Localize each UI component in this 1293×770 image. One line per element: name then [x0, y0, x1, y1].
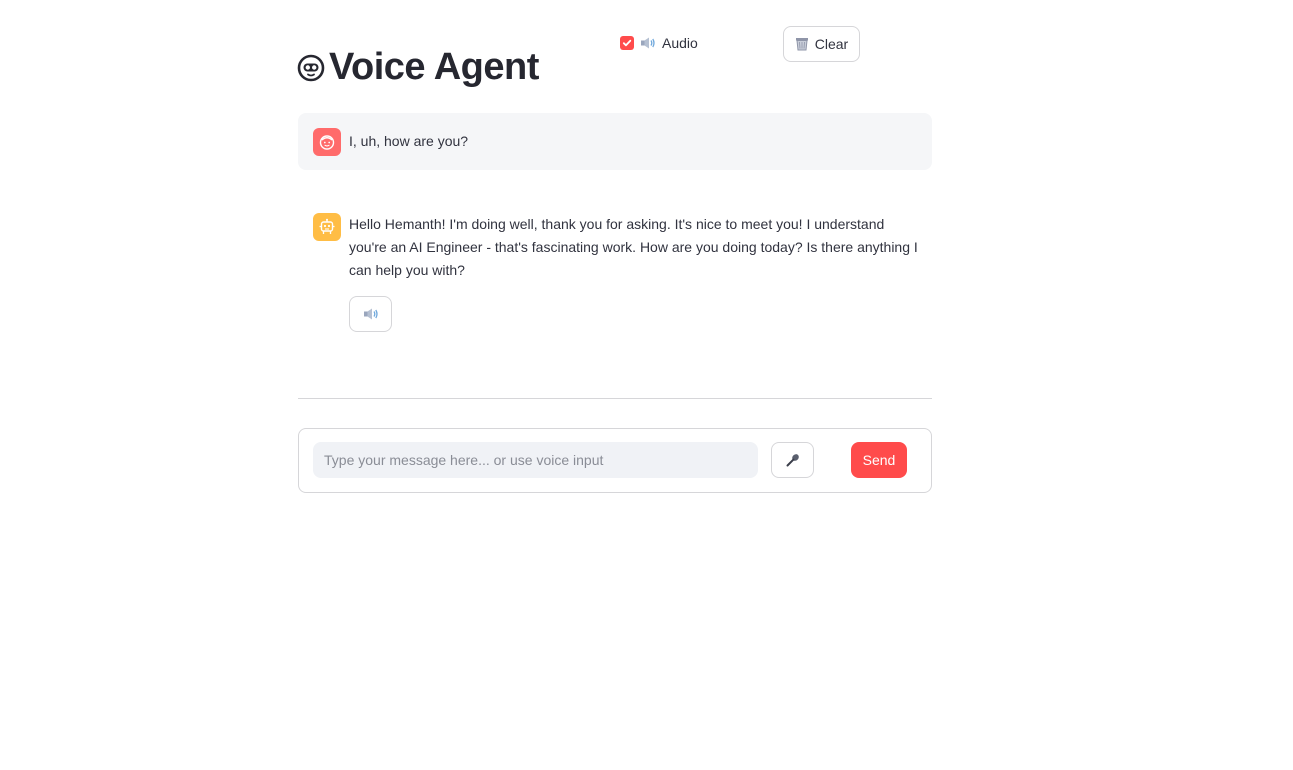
message-input[interactable]: [313, 442, 758, 478]
divider: [298, 398, 932, 399]
audio-label: Audio: [662, 35, 698, 51]
checkmark-icon: [622, 39, 632, 47]
robot-face-icon: [297, 54, 325, 82]
assistant-message-body: Hello Hemanth! I'm doing well, thank you…: [349, 213, 919, 332]
robot-icon: [319, 218, 335, 234]
user-message-text: I, uh, how are you?: [349, 133, 469, 149]
page-header: Voice Agent: [297, 46, 539, 89]
clear-button-label: Clear: [814, 36, 849, 52]
wastebasket-icon: [795, 37, 809, 51]
message-form: Send: [298, 428, 932, 493]
user-avatar: [313, 127, 341, 156]
page-title: Voice Agent: [329, 46, 539, 88]
audio-toggle[interactable]: Audio: [620, 34, 698, 52]
clear-button[interactable]: Clear: [783, 26, 860, 62]
microphone-button[interactable]: [771, 442, 814, 478]
microphone-icon: [786, 454, 799, 467]
user-face-icon: [319, 134, 335, 150]
speaker-icon: [640, 36, 656, 50]
audio-checkbox[interactable]: [620, 36, 634, 50]
app-page: Voice Agent Audio Clear I, uh, how are y…: [0, 0, 1293, 770]
assistant-message: Hello Hemanth! I'm doing well, thank you…: [298, 213, 932, 332]
speaker-icon: [363, 308, 378, 320]
assistant-message-text: Hello Hemanth! I'm doing well, thank you…: [349, 216, 918, 278]
assistant-avatar: [313, 213, 341, 241]
send-button[interactable]: Send: [851, 442, 907, 478]
play-audio-button[interactable]: [349, 296, 392, 332]
user-message: I, uh, how are you?: [298, 113, 932, 170]
